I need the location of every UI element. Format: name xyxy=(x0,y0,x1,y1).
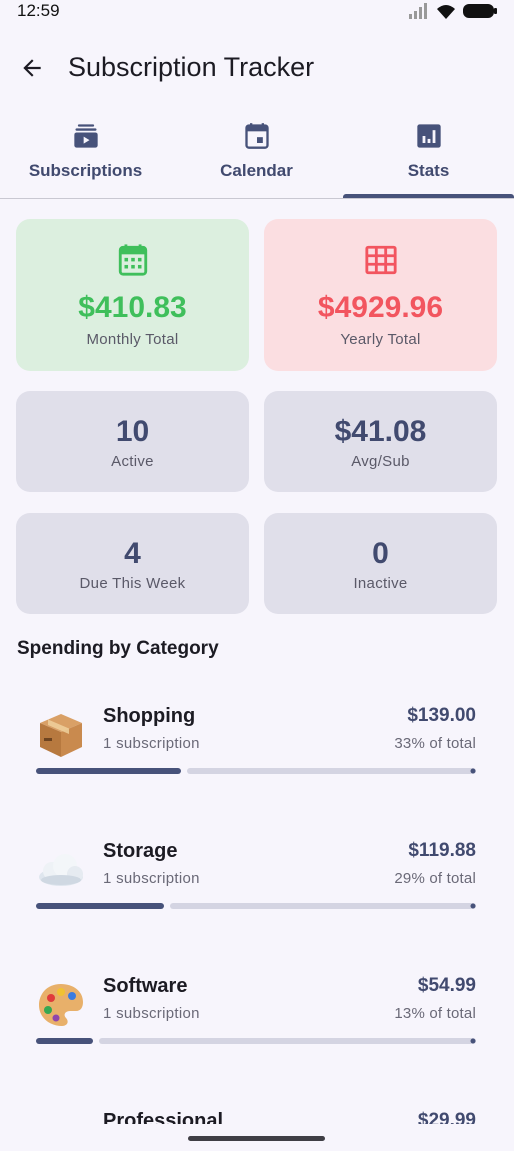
category-name: Professional xyxy=(103,1110,224,1124)
category-item[interactable]: Shopping 1 subscription $139.00 33% of t… xyxy=(16,690,498,800)
palette-emoji-icon xyxy=(39,984,83,1026)
inactive-count-value: 0 xyxy=(372,537,389,570)
wifi-icon xyxy=(437,4,455,19)
progress-fill xyxy=(36,768,181,774)
due-this-week-card: 4 Due This Week xyxy=(16,513,249,614)
grid-icon xyxy=(364,245,397,275)
avg-sub-card: $41.08 Avg/Sub xyxy=(264,391,497,492)
page-title: Subscription Tracker xyxy=(68,52,315,82)
progress-end-dot xyxy=(470,1038,476,1044)
progress-end-dot xyxy=(470,768,476,774)
signal-icon xyxy=(409,3,427,19)
active-card: 10 Active xyxy=(16,391,249,492)
home-indicator xyxy=(188,1136,325,1141)
yearly-total-value: $4929.96 xyxy=(317,291,444,324)
arrow-back-icon xyxy=(23,59,41,77)
tab-label: Stats xyxy=(407,161,450,180)
category-subscription-count: 1 subscription xyxy=(103,735,200,752)
category-amount: $119.88 xyxy=(408,840,476,861)
due-this-week-label: Due This Week xyxy=(79,575,186,592)
tab-bar: Subscriptions Calendar Stats xyxy=(0,110,514,199)
avg-sub-value: $41.08 xyxy=(334,415,427,448)
tab-label: Subscriptions xyxy=(28,161,143,180)
inactive-count-label: Inactive xyxy=(353,575,408,592)
category-item[interactable]: Storage 1 subscription $119.88 29% of to… xyxy=(16,825,498,935)
list-clip: Professional $29.99 xyxy=(0,1095,514,1124)
category-subscription-count: 1 subscription xyxy=(103,870,200,887)
category-amount: $139.00 xyxy=(407,705,476,726)
tab-stats[interactable]: Stats xyxy=(343,110,514,198)
back-button[interactable] xyxy=(14,50,50,86)
active-count-value: 10 xyxy=(115,415,150,448)
section-title: Spending by Category xyxy=(17,638,219,659)
category-name: Storage xyxy=(103,840,178,862)
yearly-total-card: $4929.96 Yearly Total xyxy=(264,219,497,371)
category-item[interactable]: Software 1 subscription $54.99 13% of to… xyxy=(16,960,498,1070)
inactive-card: 0 Inactive xyxy=(264,513,497,614)
briefcase-emoji-icon xyxy=(36,1115,86,1124)
monthly-total-card: $410.83 Monthly Total xyxy=(16,219,249,371)
progress-track xyxy=(187,768,476,774)
progress-fill xyxy=(36,903,164,909)
category-percent: 29% of total xyxy=(394,870,476,887)
category-name: Software xyxy=(103,975,188,997)
monthly-total-value: $410.83 xyxy=(78,291,187,324)
category-amount: $29.99 xyxy=(417,1110,476,1124)
tab-subscriptions[interactable]: Subscriptions xyxy=(0,110,171,198)
progress-fill xyxy=(36,1038,93,1044)
due-this-week-value: 4 xyxy=(124,537,141,570)
progress-track xyxy=(99,1038,476,1044)
avg-sub-label: Avg/Sub xyxy=(351,453,410,470)
cloud-emoji-icon xyxy=(39,854,83,886)
status-icons xyxy=(408,2,498,20)
battery-icon xyxy=(463,4,497,18)
calendar-month-icon xyxy=(118,244,147,276)
category-name: Shopping xyxy=(103,705,196,727)
monthly-total-label: Monthly Total xyxy=(86,331,179,348)
tab-selected-indicator xyxy=(343,194,514,198)
category-percent: 33% of total xyxy=(394,735,476,752)
category-item[interactable]: Professional $29.99 xyxy=(16,1095,498,1124)
package-emoji-icon xyxy=(40,714,82,757)
progress-end-dot xyxy=(470,903,476,909)
category-percent: 13% of total xyxy=(394,1005,476,1022)
subscriptions-icon xyxy=(73,124,98,148)
category-progress-bar xyxy=(36,768,476,774)
progress-track xyxy=(170,903,476,909)
yearly-total-label: Yearly Total xyxy=(340,331,421,348)
calendar-icon xyxy=(244,123,269,149)
status-bar: 12:59 xyxy=(0,0,514,26)
tab-calendar[interactable]: Calendar xyxy=(171,110,342,198)
category-subscription-count: 1 subscription xyxy=(103,1005,200,1022)
bar-chart-icon xyxy=(416,124,441,148)
category-amount: $54.99 xyxy=(417,975,476,996)
app-bar: Subscription Tracker xyxy=(0,36,514,100)
category-progress-bar xyxy=(36,1038,476,1044)
category-progress-bar xyxy=(36,903,476,909)
active-count-label: Active xyxy=(111,453,154,470)
tab-label: Calendar xyxy=(220,161,293,180)
status-time: 12:59 xyxy=(17,1,60,20)
